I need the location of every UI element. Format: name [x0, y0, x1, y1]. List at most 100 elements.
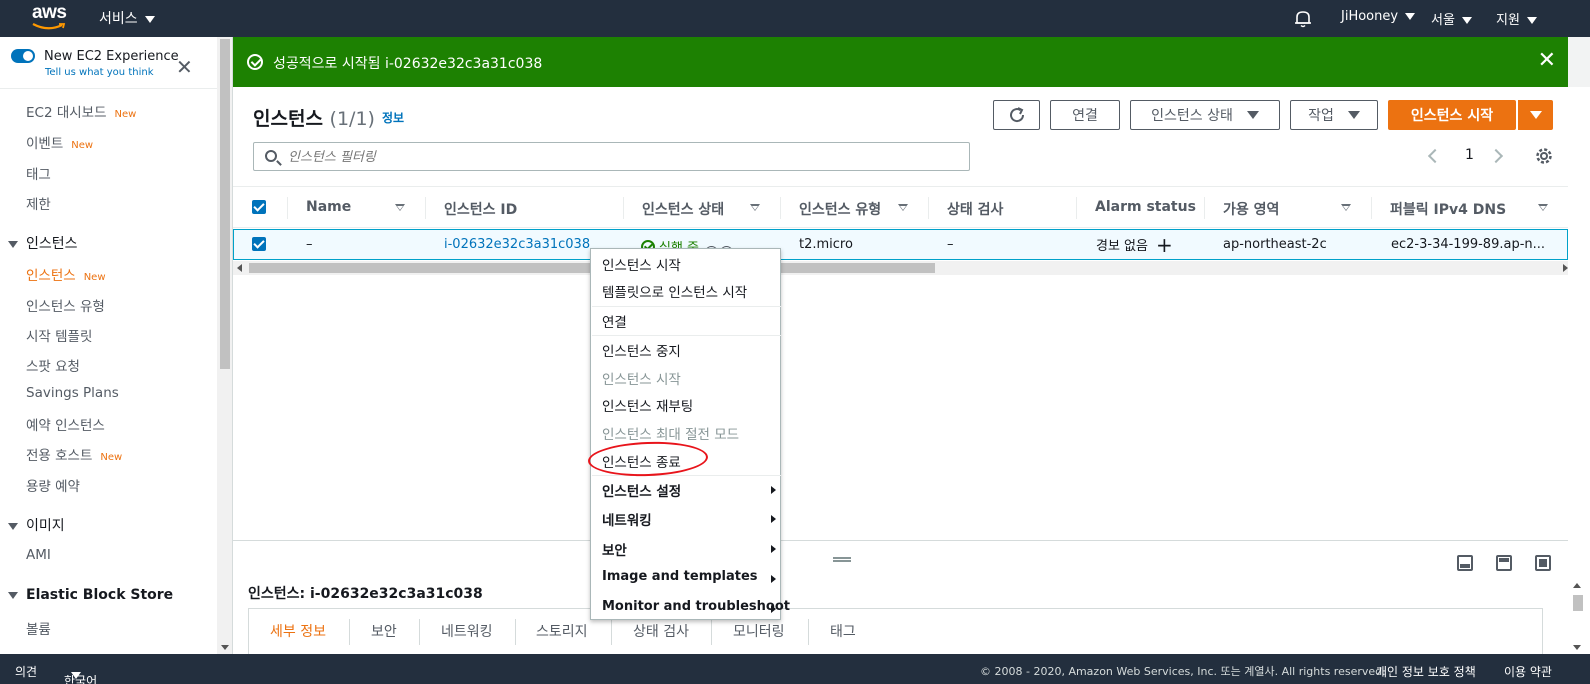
feedback-link[interactable]: Tell us what you think	[45, 67, 154, 78]
sidebar-item-instance-types[interactable]: 인스턴스 유형	[26, 295, 105, 315]
scroll-down-arrow[interactable]	[1573, 645, 1581, 650]
scrollbar-thumb[interactable]	[1573, 595, 1583, 611]
cell-instance-id-link[interactable]: i-02632e32c3a31c038	[444, 237, 590, 252]
column-header-name[interactable]: Name	[306, 199, 351, 215]
column-header-status-check[interactable]: 상태 검사	[947, 199, 1003, 219]
chevron-right-icon[interactable]	[1488, 148, 1504, 164]
info-link[interactable]: 정보	[382, 109, 404, 126]
column-divider	[287, 197, 288, 219]
user-menu[interactable]: JiHooney	[1341, 9, 1416, 24]
launch-instances-button[interactable]: 인스턴스 시작	[1388, 100, 1516, 130]
sidebar-item-events[interactable]: 이벤트 New	[26, 132, 93, 152]
sidebar-item-reserved-instances[interactable]: 예약 인스턴스	[26, 414, 105, 434]
sidebar-item-capacity-reservations[interactable]: 용량 예약	[26, 475, 80, 495]
scroll-left-arrow[interactable]	[237, 264, 242, 272]
sidebar-item-tags[interactable]: 태그	[26, 163, 51, 183]
bell-icon[interactable]	[1294, 9, 1312, 28]
sidebar-item-label: 태그	[26, 167, 51, 183]
connect-button-label: 연결	[1072, 108, 1098, 124]
tab-networking[interactable]: 네트워킹	[441, 621, 493, 641]
sort-icon[interactable]	[898, 204, 908, 211]
sidebar-item-savings-plans[interactable]: Savings Plans	[26, 385, 119, 401]
page-number[interactable]: 1	[1465, 147, 1474, 163]
chevron-down-icon	[1526, 17, 1537, 24]
tab-details[interactable]: 세부 정보	[270, 621, 326, 641]
add-alarm-icon[interactable]: +	[1156, 233, 1173, 257]
table-row[interactable]: – i-02632e32c3a31c038 실행 중 +− t2.micro –…	[233, 229, 1568, 260]
column-header-instance-state[interactable]: 인스턴스 상태	[642, 199, 724, 219]
close-icon[interactable]: ✕	[1538, 50, 1556, 72]
refresh-button[interactable]	[993, 100, 1040, 130]
column-header-instance-type[interactable]: 인스턴스 유형	[799, 199, 881, 219]
column-header-public-dns[interactable]: 퍼블릭 IPv4 DNS	[1390, 199, 1506, 219]
row-checkbox[interactable]	[252, 237, 266, 251]
services-menu[interactable]: 서비스	[99, 8, 155, 28]
menu-item-instance-settings[interactable]: 인스턴스 설정	[602, 480, 681, 500]
menu-item-networking[interactable]: 네트워킹	[602, 509, 652, 529]
sidebar-item-volumes[interactable]: 볼륨	[26, 618, 51, 638]
privacy-link[interactable]: 개인 정보 보호 정책	[1376, 663, 1476, 680]
menu-item-reboot-instance[interactable]: 인스턴스 재부팅	[602, 395, 693, 415]
new-experience-toggle[interactable]	[11, 49, 35, 63]
menu-item-launch-from-template[interactable]: 템플릿으로 인스턴스 시작	[602, 281, 747, 301]
column-header-instance-id[interactable]: 인스턴스 ID	[444, 199, 517, 219]
select-all-checkbox[interactable]	[252, 200, 266, 214]
layout-split-icon[interactable]	[1496, 555, 1512, 571]
tab-tags[interactable]: 태그	[830, 621, 856, 641]
sidebar-item-instances[interactable]: 인스턴스 New	[26, 264, 106, 284]
sidebar-item-ec2-dashboard[interactable]: EC2 대시보드 New	[26, 101, 136, 121]
sidebar-item-ami[interactable]: AMI	[26, 547, 51, 563]
menu-item-stop-instance[interactable]: 인스턴스 중지	[602, 340, 681, 360]
instance-state-button[interactable]: 인스턴스 상태	[1130, 100, 1280, 130]
tab-storage[interactable]: 스토리지	[536, 621, 588, 641]
terms-link[interactable]: 이용 약관	[1504, 663, 1552, 680]
sidebar-scrollbar[interactable]	[217, 37, 232, 654]
column-header-availability-zone[interactable]: 가용 영역	[1223, 199, 1279, 219]
aws-logo[interactable]: aws	[32, 3, 72, 33]
scroll-up-arrow[interactable]	[1573, 583, 1581, 588]
menu-item-monitor-and-troubleshoot[interactable]: Monitor and troubleshoot	[602, 599, 790, 614]
scrollbar-thumb[interactable]	[220, 39, 230, 369]
connect-button[interactable]: 연결	[1050, 100, 1120, 130]
sidebar-group-images[interactable]: 이미지	[8, 515, 65, 535]
tab-monitoring[interactable]: 모니터링	[733, 621, 785, 641]
column-header-alarm-status[interactable]: Alarm status	[1095, 199, 1196, 215]
sidebar-group-ebs[interactable]: Elastic Block Store	[8, 587, 173, 603]
chevron-down-icon	[1405, 13, 1416, 20]
sort-icon[interactable]	[1341, 204, 1351, 211]
sidebar-item-spot-requests[interactable]: 스팟 요청	[26, 355, 80, 375]
close-icon[interactable]: ✕	[176, 57, 193, 77]
feedback-link[interactable]: 의견	[15, 663, 37, 680]
sort-icon[interactable]	[1538, 204, 1548, 211]
tab-security[interactable]: 보안	[371, 621, 397, 641]
resize-handle-icon[interactable]	[833, 557, 851, 562]
menu-item-security[interactable]: 보안	[602, 539, 627, 559]
layout-bottom-icon[interactable]	[1457, 555, 1473, 571]
gear-icon[interactable]	[1535, 147, 1553, 165]
menu-item-launch-instance[interactable]: 인스턴스 시작	[602, 254, 681, 274]
sort-icon[interactable]	[750, 204, 760, 211]
actions-button[interactable]: 작업	[1290, 100, 1378, 130]
menu-divider	[592, 335, 781, 336]
sidebar-item-dedicated-hosts[interactable]: 전용 호스트 New	[26, 444, 122, 464]
instance-filter[interactable]	[253, 142, 970, 171]
table-horizontal-scrollbar[interactable]	[233, 261, 1568, 275]
sidebar-item-launch-templates[interactable]: 시작 템플릿	[26, 325, 92, 345]
success-check-icon	[247, 54, 263, 70]
support-menu[interactable]: 지원	[1496, 9, 1537, 28]
tab-status-checks[interactable]: 상태 검사	[633, 621, 689, 641]
region-menu[interactable]: 서울	[1431, 9, 1472, 28]
sidebar-group-label: Elastic Block Store	[26, 587, 174, 603]
sidebar-item-label: 인스턴스	[26, 268, 76, 284]
sidebar-item-limits[interactable]: 제한	[26, 193, 51, 213]
menu-item-image-and-templates[interactable]: Image and templates	[602, 569, 758, 584]
layout-full-icon[interactable]	[1535, 555, 1551, 571]
launch-instances-dropdown[interactable]	[1517, 100, 1553, 130]
main-scrollbar[interactable]	[1568, 87, 1590, 654]
sort-icon[interactable]	[395, 204, 405, 211]
scroll-down-arrow[interactable]	[221, 645, 229, 650]
chevron-left-icon[interactable]	[1427, 148, 1443, 164]
menu-item-connect[interactable]: 연결	[602, 311, 627, 331]
sidebar-group-instances[interactable]: 인스턴스	[8, 233, 78, 253]
filter-input[interactable]	[288, 147, 948, 167]
